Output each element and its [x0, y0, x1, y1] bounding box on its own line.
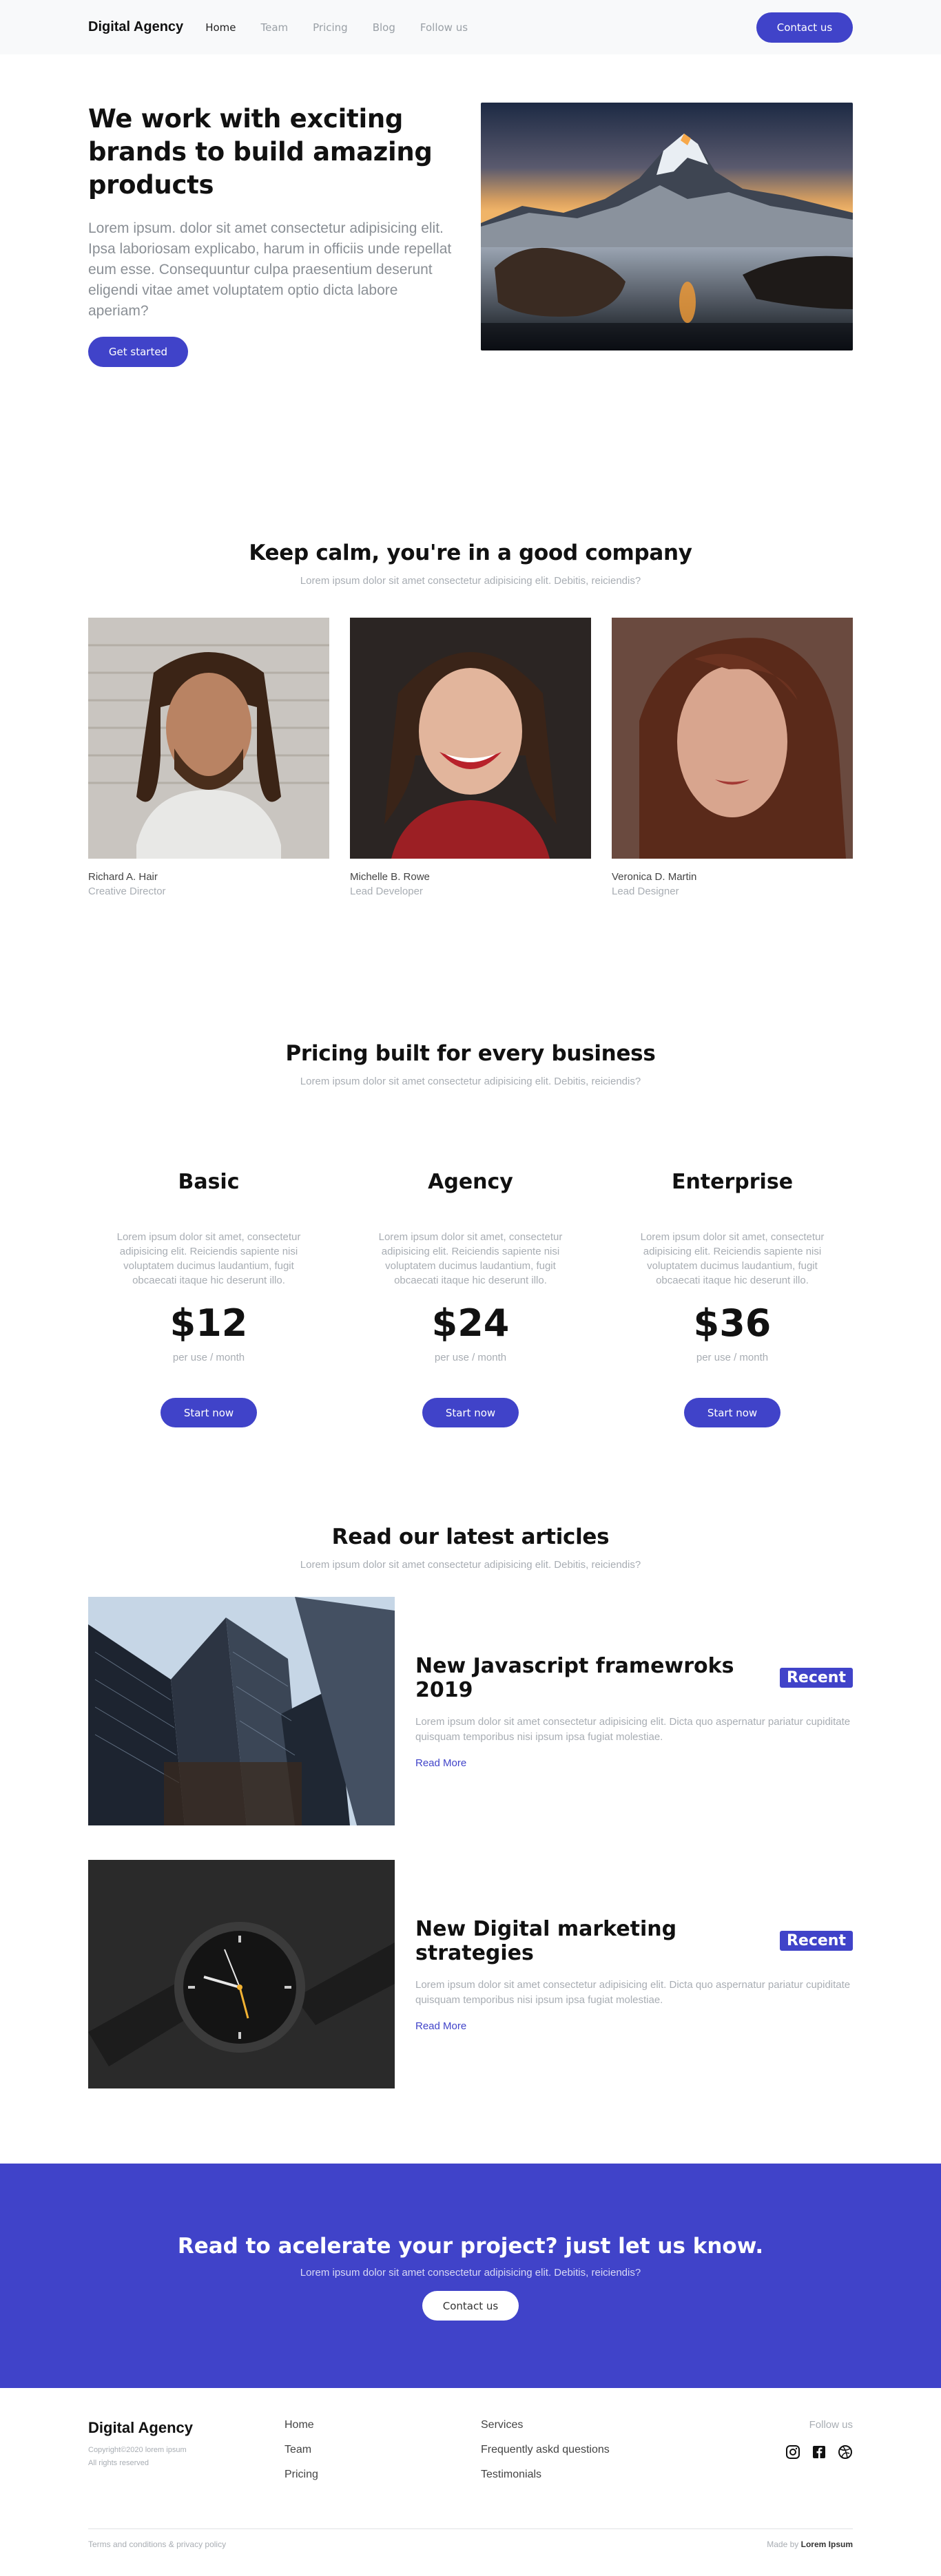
main-nav: Home Team Pricing Blog Follow us	[205, 21, 493, 34]
made-by-prefix: Made by	[767, 2540, 799, 2549]
member-photo	[612, 618, 853, 859]
nav-team[interactable]: Team	[260, 21, 288, 34]
plan-period: per use / month	[172, 1352, 245, 1363]
get-started-button[interactable]: Get started	[88, 337, 188, 367]
article-watch-image[interactable]	[88, 1860, 395, 2088]
plan-name: Basic	[178, 1170, 240, 1194]
cta-subtitle: Lorem ipsum dolor sit amet consectetur a…	[300, 2267, 641, 2279]
footer-rights: All rights reserved	[88, 2459, 149, 2467]
team-member-card: Veronica D. Martin Lead Designer	[612, 618, 853, 897]
member-name: Michelle B. Rowe	[350, 871, 430, 883]
plan-enterprise: Enterprise Lorem ipsum dolor sit amet, c…	[612, 1170, 853, 1427]
plan-period: per use / month	[434, 1352, 507, 1363]
instagram-icon[interactable]	[785, 2444, 800, 2460]
follow-us-label: Follow us	[809, 2419, 853, 2431]
hero-section: We work with exciting brands to build am…	[0, 54, 941, 468]
read-more-link[interactable]: Read More	[415, 2020, 466, 2032]
footer-link-testimonials[interactable]: Testimonials	[481, 2469, 677, 2481]
article-card: New Digital marketing strategies Recent …	[88, 1860, 853, 2088]
hero-text: We work with exciting brands to build am…	[88, 103, 460, 367]
footer-link-faq[interactable]: Frequently askd questions	[481, 2444, 677, 2456]
member-photo	[350, 618, 591, 859]
brand-logo[interactable]: Digital Agency	[88, 19, 183, 35]
footer-link-services[interactable]: Services	[481, 2419, 677, 2431]
cta-title: Read to acelerate your project? just let…	[177, 2234, 764, 2259]
hero-subtitle: Lorem ipsum. dolor sit amet consectetur …	[88, 220, 452, 319]
articles-subtitle: Lorem ipsum dolor sit amet consectetur a…	[300, 1559, 641, 1571]
plan-description: Lorem ipsum dolor sit amet, consectetur …	[116, 1231, 301, 1286]
article-buildings-image[interactable]	[88, 1597, 395, 1825]
articles-section: Read our latest articles Lorem ipsum dol…	[0, 1525, 941, 2164]
articles-title: Read our latest articles	[331, 1525, 610, 1549]
start-now-button[interactable]: Start now	[422, 1398, 519, 1427]
start-now-button[interactable]: Start now	[684, 1398, 780, 1427]
facebook-icon[interactable]	[811, 2444, 827, 2460]
footer-brand-column: Digital Agency Copyright©2020 lorem ipsu…	[88, 2419, 285, 2528]
pricing-title: Pricing built for every business	[285, 1041, 656, 1066]
hero-mountain-image	[481, 103, 853, 350]
plan-price: $36	[693, 1301, 772, 1345]
team-title: Keep calm, you're in a good company	[249, 541, 692, 565]
team-section: Keep calm, you're in a good company Lore…	[0, 468, 941, 1003]
article-body: New Javascript framewroks 2019 Recent Lo…	[415, 1654, 853, 1769]
team-member-card: Michelle B. Rowe Lead Developer	[350, 618, 591, 897]
article-title: New Javascript framewroks 2019 Recent	[415, 1654, 853, 1702]
cta-band: Read to acelerate your project? just let…	[0, 2164, 941, 2388]
plan-name: Agency	[428, 1170, 513, 1194]
footer-copyright: Copyright©2020 lorem ipsum	[88, 2446, 187, 2454]
article-body: New Digital marketing strategies Recent …	[415, 1917, 853, 2032]
pricing-plans: Basic Lorem ipsum dolor sit amet, consec…	[88, 1170, 853, 1427]
terms-link[interactable]: Terms and conditions & privacy policy	[88, 2540, 226, 2549]
member-name: Veronica D. Martin	[612, 871, 697, 883]
footer-link-team[interactable]: Team	[285, 2444, 481, 2456]
nav-blog[interactable]: Blog	[373, 21, 395, 34]
footer-links-column: Home Team Pricing	[285, 2419, 481, 2528]
pricing-subtitle: Lorem ipsum dolor sit amet consectetur a…	[300, 1076, 641, 1087]
plan-name: Enterprise	[671, 1170, 794, 1194]
team-member-card: Richard A. Hair Creative Director	[88, 618, 329, 897]
footer-link-pricing[interactable]: Pricing	[285, 2469, 481, 2481]
member-role: Lead Designer	[612, 886, 679, 897]
cta-contact-button[interactable]: Contact us	[422, 2291, 519, 2321]
pricing-section: Pricing built for every business Lorem i…	[0, 1003, 941, 1525]
hero-title: We work with exciting brands to build am…	[88, 104, 433, 200]
dribbble-icon[interactable]	[838, 2444, 853, 2460]
footer-links-column: Services Frequently askd questions Testi…	[481, 2419, 677, 2528]
plan-description: Lorem ipsum dolor sit amet, consectetur …	[640, 1231, 825, 1286]
nav-home[interactable]: Home	[205, 21, 236, 34]
footer: Digital Agency Copyright©2020 lorem ipsu…	[0, 2388, 941, 2566]
made-by-name[interactable]: Lorem Ipsum	[801, 2540, 853, 2549]
article-excerpt: Lorem ipsum dolor sit amet consectetur a…	[415, 1978, 851, 2006]
contact-us-button[interactable]: Contact us	[756, 12, 853, 43]
nav-pricing[interactable]: Pricing	[313, 21, 348, 34]
article-title: New Digital marketing strategies Recent	[415, 1917, 853, 1965]
plan-agency: Agency Lorem ipsum dolor sit amet, conse…	[350, 1170, 591, 1427]
plan-description: Lorem ipsum dolor sit amet, consectetur …	[378, 1231, 563, 1286]
nav-follow-us[interactable]: Follow us	[420, 21, 468, 34]
member-role: Lead Developer	[350, 886, 423, 897]
footer-link-home[interactable]: Home	[285, 2419, 481, 2431]
team-subtitle: Lorem ipsum dolor sit amet consectetur a…	[300, 575, 641, 587]
navbar: Digital Agency Home Team Pricing Blog Fo…	[0, 0, 941, 54]
footer-brand: Digital Agency	[88, 2419, 193, 2436]
article-title-text: New Javascript framewroks 2019	[415, 1653, 734, 1702]
plan-price: $24	[431, 1301, 510, 1345]
plan-price: $12	[169, 1301, 248, 1345]
made-by: Made by Lorem Ipsum	[767, 2540, 853, 2549]
plan-basic: Basic Lorem ipsum dolor sit amet, consec…	[88, 1170, 329, 1427]
member-role: Creative Director	[88, 886, 166, 897]
article-title-text: New Digital marketing strategies	[415, 1916, 677, 1965]
article-excerpt: Lorem ipsum dolor sit amet consectetur a…	[415, 1715, 851, 1743]
member-photo	[88, 618, 329, 859]
read-more-link[interactable]: Read More	[415, 1757, 466, 1769]
plan-period: per use / month	[696, 1352, 769, 1363]
team-grid: Richard A. Hair Creative Director Michel…	[88, 618, 853, 897]
footer-social: Follow us	[785, 2419, 853, 2528]
article-card: New Javascript framewroks 2019 Recent Lo…	[88, 1597, 853, 1825]
start-now-button[interactable]: Start now	[161, 1398, 257, 1427]
recent-badge: Recent	[779, 1931, 853, 1951]
member-name: Richard A. Hair	[88, 871, 158, 883]
recent-badge: Recent	[779, 1668, 853, 1688]
